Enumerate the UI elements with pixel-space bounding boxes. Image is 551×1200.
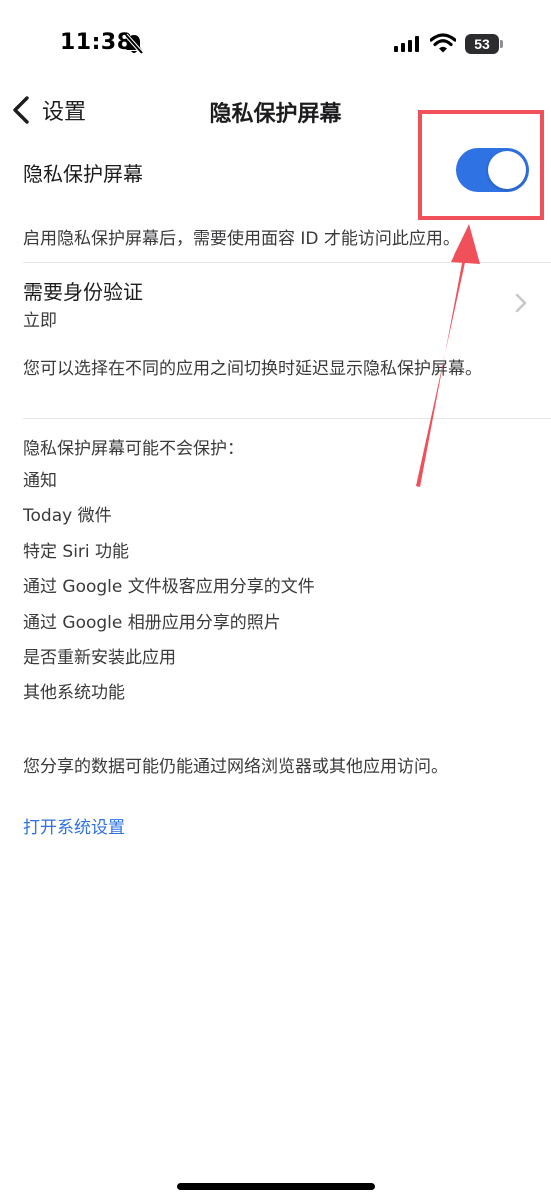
- divider: [23, 418, 551, 419]
- list-item: Today 微件: [23, 506, 112, 527]
- battery-level: 53: [474, 36, 490, 52]
- privacy-screen-description: 启用隐私保护屏幕后，需要使用面容 ID 才能访问此应用。: [23, 229, 460, 249]
- share-description: 您分享的数据可能仍能通过网络浏览器或其他应用访问。: [23, 757, 448, 777]
- require-authentication-value: 立即: [23, 311, 57, 331]
- privacy-screen-label: 隐私保护屏幕: [23, 162, 143, 186]
- list-item: 特定 Siri 功能: [23, 541, 130, 562]
- delay-description: 您可以选择在不同的应用之间切换时延迟显示隐私保护屏幕。: [23, 359, 482, 379]
- status-time: 11:38: [60, 30, 133, 55]
- require-authentication-title: 需要身份验证: [23, 280, 143, 304]
- status-bar: 11:38 53: [0, 0, 551, 90]
- not-protected-heading: 隐私保护屏幕可能不会保护：: [23, 439, 244, 459]
- list-item: 是否重新安装此应用: [23, 647, 176, 668]
- list-item: 通知: [23, 471, 57, 491]
- divider: [23, 262, 551, 263]
- battery-tip: [500, 40, 503, 48]
- annotation-highlight-box: [418, 110, 544, 220]
- home-indicator: [177, 1183, 375, 1190]
- back-button[interactable]: 设置: [10, 90, 86, 130]
- require-authentication-row[interactable]: 需要身份验证 立即: [0, 264, 551, 340]
- back-label: 设置: [42, 100, 87, 125]
- bell-slash-icon: [124, 33, 144, 55]
- battery-icon: 53: [465, 34, 499, 54]
- chevron-left-icon: [13, 96, 29, 124]
- list-item: 其他系统功能: [23, 683, 125, 704]
- not-protected-list: 通知 Today 微件 特定 Siri 功能 通过 Google 文件极客应用分…: [23, 468, 315, 716]
- open-system-settings-link[interactable]: 打开系统设置: [23, 813, 125, 838]
- wifi-icon: [430, 33, 456, 53]
- signal-icon: [394, 36, 419, 52]
- chevron-right-icon: [515, 293, 527, 313]
- list-item: 通过 Google 文件极客应用分享的文件: [23, 577, 315, 598]
- list-item: 通过 Google 相册应用分享的照片: [23, 612, 281, 633]
